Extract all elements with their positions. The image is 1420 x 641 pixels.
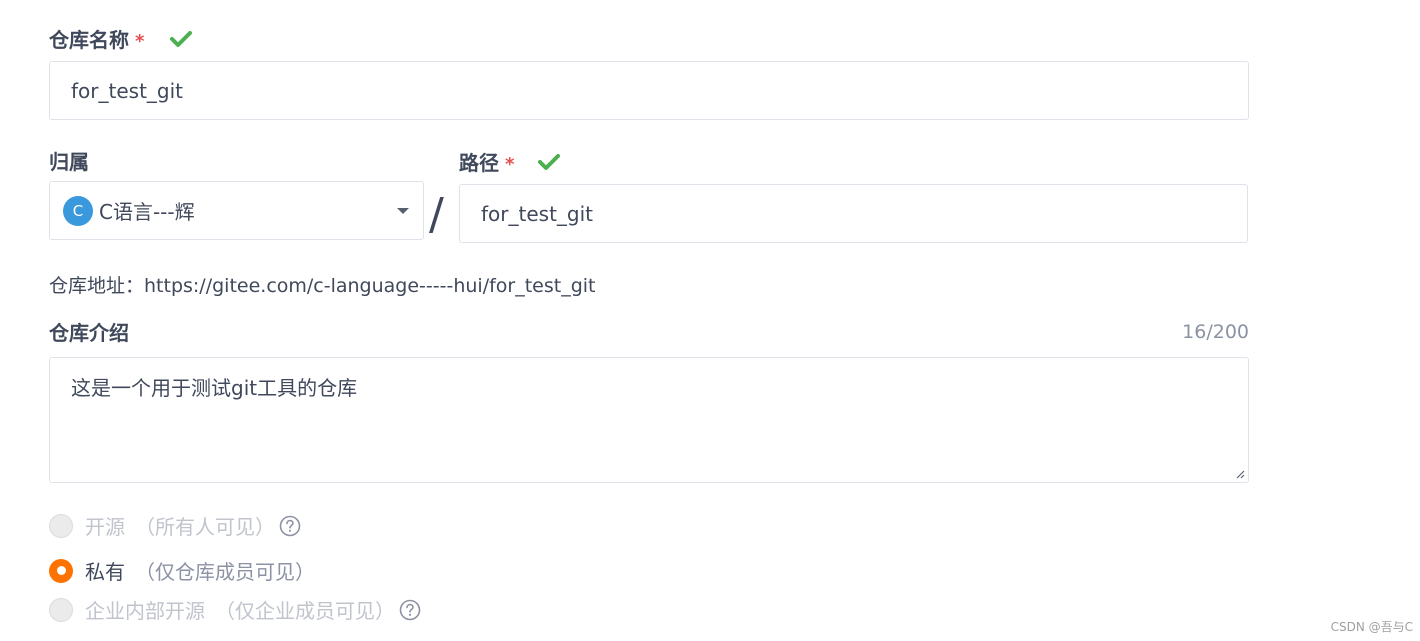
- repo-name-label: 仓库名称: [49, 28, 129, 52]
- path-label: 路径: [459, 151, 499, 175]
- description-textarea[interactable]: 这是一个用于测试git工具的仓库: [49, 357, 1249, 483]
- owner-select[interactable]: C C语言---辉: [49, 181, 424, 240]
- owner-value: C语言---辉: [99, 200, 195, 224]
- path-input[interactable]: for_test_git: [459, 184, 1248, 243]
- question-circle-icon[interactable]: [399, 599, 421, 621]
- path-label-row: 路径 *: [459, 151, 514, 177]
- description-label: 仓库介绍: [49, 321, 129, 345]
- radio-private[interactable]: 私有 （仅仓库成员可见）: [49, 556, 315, 585]
- question-circle-icon[interactable]: [279, 515, 301, 537]
- radio-button[interactable]: [49, 558, 73, 583]
- description-value: 这是一个用于测试git工具的仓库: [71, 376, 358, 400]
- check-icon: [170, 31, 192, 47]
- radio-label: 私有: [85, 560, 125, 584]
- radio-desc: （仅企业成员可见）: [215, 599, 395, 623]
- avatar: C: [63, 195, 93, 226]
- radio-desc: （仅仓库成员可见）: [135, 560, 315, 584]
- radio-button[interactable]: [49, 597, 73, 622]
- watermark: CSDN @吾与C: [1330, 620, 1413, 634]
- owner-label: 归属: [49, 150, 89, 174]
- resize-handle-icon[interactable]: [1235, 469, 1245, 479]
- path-separator: /: [429, 189, 444, 240]
- description-counter: 16/200: [1182, 321, 1249, 343]
- radio-label: 企业内部开源: [85, 599, 205, 623]
- path-value: for_test_git: [481, 201, 594, 226]
- radio-enterprise-open-source[interactable]: 企业内部开源 （仅企业成员可见）: [49, 595, 421, 624]
- radio-open-source[interactable]: 开源 （所有人可见）: [49, 511, 301, 540]
- repo-name-input[interactable]: for_test_git: [49, 61, 1249, 120]
- repo-name-value: for_test_git: [71, 78, 184, 103]
- required-mark: *: [505, 154, 515, 175]
- check-icon: [538, 154, 560, 170]
- repo-address: 仓库地址：https://gitee.com/c-language-----hu…: [49, 275, 596, 297]
- repo-name-label-row: 仓库名称 *: [49, 28, 144, 54]
- required-mark: *: [135, 31, 145, 52]
- radio-label: 开源: [85, 515, 125, 539]
- radio-desc: （所有人可见）: [135, 515, 275, 539]
- chevron-down-icon[interactable]: [397, 208, 409, 214]
- radio-button[interactable]: [49, 513, 73, 538]
